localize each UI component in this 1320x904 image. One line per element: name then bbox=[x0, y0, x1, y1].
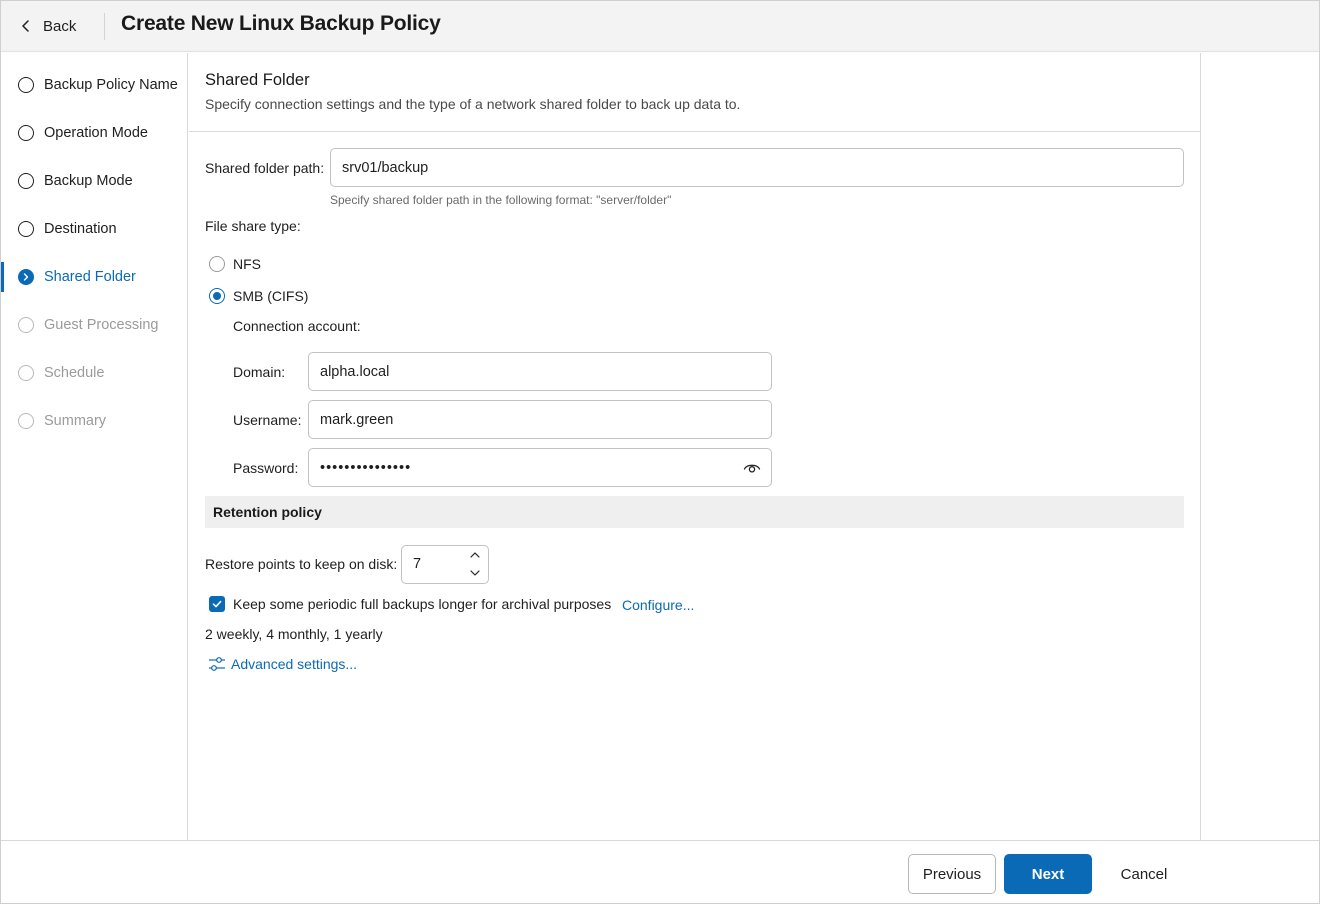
right-pane-divider bbox=[1200, 53, 1201, 840]
step-status-icon bbox=[18, 413, 34, 429]
domain-label: Domain: bbox=[233, 364, 286, 380]
step-label: Summary bbox=[44, 413, 107, 429]
chevron-down-icon[interactable] bbox=[468, 567, 482, 579]
step-status-icon bbox=[18, 365, 34, 381]
main-content: Shared Folder Specify connection setting… bbox=[189, 53, 1200, 840]
sliders-icon[interactable] bbox=[208, 656, 226, 672]
step-shared-folder[interactable]: Shared Folder bbox=[1, 262, 188, 292]
password-input[interactable] bbox=[308, 448, 772, 487]
step-status-icon bbox=[18, 173, 34, 189]
shared-folder-path-label: Shared folder path: bbox=[205, 160, 325, 176]
step-summary: Summary bbox=[1, 406, 188, 436]
domain-input[interactable] bbox=[308, 352, 772, 391]
back-label: Back bbox=[43, 17, 77, 35]
header: Back Create New Linux Backup Policy bbox=[1, 1, 1319, 52]
back-button[interactable]: Back bbox=[19, 13, 76, 39]
step-label: Operation Mode bbox=[44, 125, 148, 141]
active-step-indicator bbox=[1, 262, 4, 292]
chevron-left-icon bbox=[22, 20, 29, 32]
wizard-steps-sidebar: Backup Policy Name Operation Mode Backup… bbox=[1, 53, 188, 840]
checkmark-icon bbox=[212, 600, 222, 608]
username-input[interactable] bbox=[308, 400, 772, 439]
step-destination[interactable]: Destination bbox=[1, 214, 188, 244]
footer: Previous Next Cancel bbox=[1, 840, 1319, 903]
smb-cifs-radio[interactable] bbox=[209, 288, 225, 304]
step-status-icon bbox=[18, 77, 34, 93]
shared-folder-path-input[interactable] bbox=[330, 148, 1184, 187]
retention-policy-title: Retention policy bbox=[213, 504, 322, 520]
step-status-icon bbox=[18, 221, 34, 237]
archival-summary: 2 weekly, 4 monthly, 1 yearly bbox=[205, 626, 383, 642]
username-label: Username: bbox=[233, 412, 302, 428]
section-title: Shared Folder bbox=[205, 71, 310, 89]
archival-checkbox[interactable] bbox=[209, 596, 225, 612]
step-schedule: Schedule bbox=[1, 358, 188, 388]
step-label: Schedule bbox=[44, 365, 105, 381]
step-label: Shared Folder bbox=[44, 269, 136, 285]
step-status-icon bbox=[18, 125, 34, 141]
smb-cifs-radio-label[interactable]: SMB (CIFS) bbox=[233, 288, 308, 304]
section-divider bbox=[189, 131, 1200, 132]
cancel-button[interactable]: Cancel bbox=[1100, 854, 1188, 894]
eye-icon[interactable] bbox=[743, 461, 761, 475]
step-status-icon bbox=[18, 269, 34, 285]
restore-points-stepper[interactable]: 7 bbox=[401, 545, 489, 584]
step-label: Guest Processing bbox=[44, 317, 159, 333]
step-label: Backup Policy Name bbox=[44, 77, 178, 93]
restore-points-value[interactable]: 7 bbox=[413, 556, 421, 572]
restore-points-label: Restore points to keep on disk: bbox=[205, 556, 398, 572]
next-button[interactable]: Next bbox=[1004, 854, 1092, 894]
step-status-icon bbox=[18, 317, 34, 333]
archival-checkbox-label[interactable]: Keep some periodic full backups longer f… bbox=[233, 596, 611, 612]
previous-button[interactable]: Previous bbox=[908, 854, 996, 894]
retention-policy-header: Retention policy bbox=[205, 496, 1184, 528]
step-guest-processing: Guest Processing bbox=[1, 310, 188, 340]
configure-link[interactable]: Configure... bbox=[622, 597, 694, 613]
step-label: Destination bbox=[44, 221, 117, 237]
step-backup-policy-name[interactable]: Backup Policy Name bbox=[1, 70, 188, 100]
step-backup-mode[interactable]: Backup Mode bbox=[1, 166, 188, 196]
nfs-radio[interactable] bbox=[209, 256, 225, 272]
step-label: Backup Mode bbox=[44, 173, 133, 189]
page-title: Create New Linux Backup Policy bbox=[121, 12, 441, 35]
connection-account-label: Connection account: bbox=[233, 318, 361, 334]
chevron-right-icon bbox=[23, 273, 29, 281]
advanced-settings-link[interactable]: Advanced settings... bbox=[231, 656, 357, 672]
file-share-type-label: File share type: bbox=[205, 218, 301, 234]
header-divider bbox=[104, 13, 105, 40]
password-label: Password: bbox=[233, 460, 299, 476]
chevron-up-icon[interactable] bbox=[468, 549, 482, 561]
section-description: Specify connection settings and the type… bbox=[205, 96, 741, 112]
step-operation-mode[interactable]: Operation Mode bbox=[1, 118, 188, 148]
nfs-radio-label[interactable]: NFS bbox=[233, 256, 261, 272]
shared-folder-path-hint: Specify shared folder path in the follow… bbox=[330, 193, 672, 207]
